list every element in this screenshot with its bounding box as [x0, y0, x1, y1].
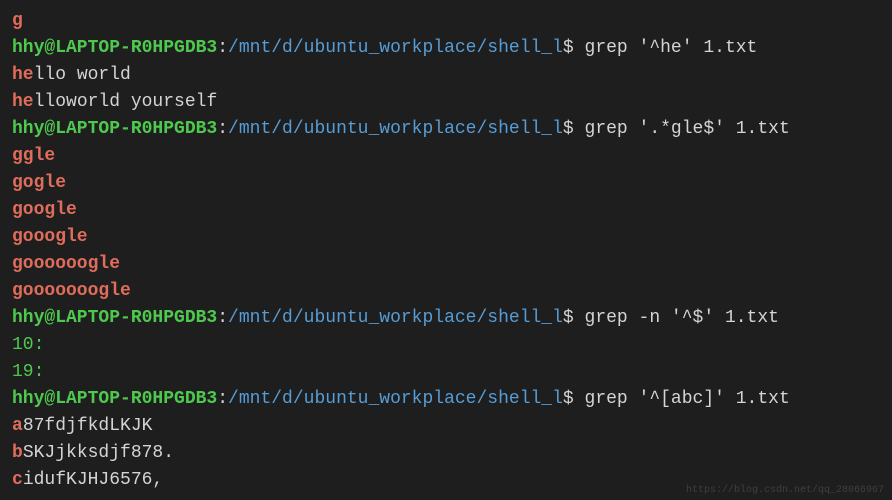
- command-text: grep '^[abc]' 1.txt: [585, 389, 790, 409]
- user-host: hhy@LAPTOP-R0HPGDB3: [12, 38, 217, 58]
- grep-match: b: [12, 443, 23, 463]
- output-line: gooogle: [12, 224, 880, 251]
- cwd-path: /mnt/d/ubuntu_workplace/shell_l: [228, 38, 563, 58]
- output-line: gogle: [12, 170, 880, 197]
- command-text: grep -n '^$' 1.txt: [585, 308, 779, 328]
- command-text: grep '^he' 1.txt: [585, 38, 758, 58]
- grep-match: c: [12, 470, 23, 490]
- output-line: 10:: [12, 332, 880, 359]
- grep-match: gogle: [12, 173, 66, 193]
- grep-match: he: [12, 65, 34, 85]
- output-line: google: [12, 197, 880, 224]
- output-line: ggle: [12, 143, 880, 170]
- grep-match: google: [12, 200, 77, 220]
- user-host: hhy@LAPTOP-R0HPGDB3: [12, 119, 217, 139]
- output-line: gooooooogle: [12, 278, 880, 305]
- output-line: bSKJjkksdjf878.: [12, 440, 880, 467]
- output-line: a87fdjfkdLKJK: [12, 413, 880, 440]
- grep-match: goooooogle: [12, 254, 120, 274]
- grep-match: ggle: [12, 146, 55, 166]
- truncated-line: g: [12, 8, 880, 35]
- command-text: grep '.*gle$' 1.txt: [585, 119, 790, 139]
- output-line: 19:: [12, 359, 880, 386]
- cwd-path: /mnt/d/ubuntu_workplace/shell_l: [228, 119, 563, 139]
- grep-match: gooogle: [12, 227, 88, 247]
- cwd-path: /mnt/d/ubuntu_workplace/shell_l: [228, 389, 563, 409]
- line-number: 19:: [12, 362, 44, 382]
- output-line: goooooogle: [12, 251, 880, 278]
- grep-match: a: [12, 416, 23, 436]
- cwd-path: /mnt/d/ubuntu_workplace/shell_l: [228, 308, 563, 328]
- grep-match: gooooooogle: [12, 281, 131, 301]
- watermark: https://blog.csdn.net/qq_28066967: [686, 483, 884, 498]
- prompt-line[interactable]: hhy@LAPTOP-R0HPGDB3:/mnt/d/ubuntu_workpl…: [12, 35, 880, 62]
- line-number: 10:: [12, 335, 44, 355]
- prompt-line[interactable]: hhy@LAPTOP-R0HPGDB3:/mnt/d/ubuntu_workpl…: [12, 386, 880, 413]
- output-line: hello world: [12, 62, 880, 89]
- prompt-line[interactable]: hhy@LAPTOP-R0HPGDB3:/mnt/d/ubuntu_workpl…: [12, 305, 880, 332]
- grep-match: he: [12, 92, 34, 112]
- user-host: hhy@LAPTOP-R0HPGDB3: [12, 389, 217, 409]
- output-line: helloworld yourself: [12, 89, 880, 116]
- user-host: hhy@LAPTOP-R0HPGDB3: [12, 308, 217, 328]
- prompt-line[interactable]: hhy@LAPTOP-R0HPGDB3:/mnt/d/ubuntu_workpl…: [12, 116, 880, 143]
